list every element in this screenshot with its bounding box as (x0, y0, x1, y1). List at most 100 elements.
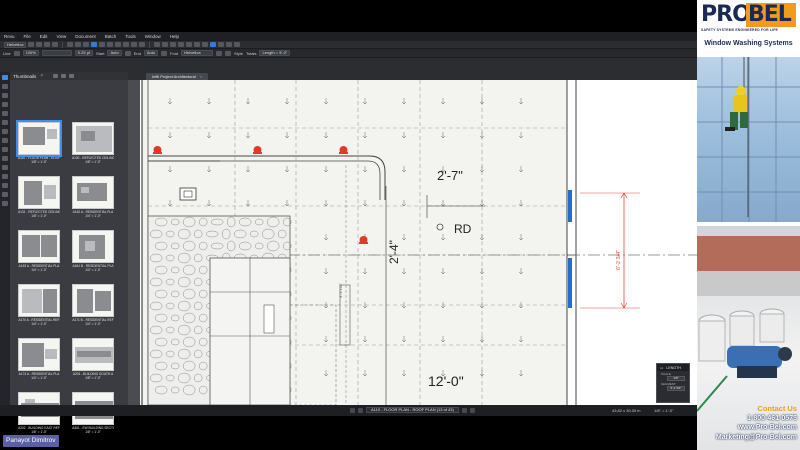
signatures-icon[interactable] (2, 165, 8, 170)
properties-icon[interactable] (2, 111, 8, 116)
menu-revu[interactable]: Revu (4, 34, 15, 39)
rectangle-tool-icon[interactable] (115, 42, 122, 47)
file-access-icon[interactable] (2, 93, 8, 98)
page-thumbnail[interactable]: A164 B - RESIDENTIAL PLA 1/4" = 1'-0" (72, 230, 114, 272)
contact-info: Contact Us 1-800-461-0575 www.Pro-Bel.co… (716, 404, 797, 442)
previous-page-icon[interactable] (358, 407, 363, 413)
typewriter-tool-icon[interactable] (36, 42, 43, 47)
page-scale[interactable]: 1/8" = 1'-0" (654, 408, 674, 413)
text-color-icon[interactable] (161, 50, 168, 56)
page-thumbnail[interactable]: A163 A - RESIDENTIAL PLA 1/4" = 1'-0" (18, 230, 60, 272)
links-icon[interactable] (2, 156, 8, 161)
contact-email[interactable]: Marketing@Pro-Bel.com (716, 433, 797, 443)
measure-area-icon[interactable] (194, 42, 201, 47)
menu-file[interactable]: File (24, 34, 31, 39)
bold-icon[interactable] (216, 50, 223, 56)
page-thumbnail[interactable]: A170 A - RESIDENTIAL REF 1/4" = 1'-0" (18, 284, 60, 326)
menu-help[interactable]: Help (170, 34, 179, 39)
menu-tools[interactable]: Tools (125, 34, 136, 39)
totals-field[interactable]: Length = 5'-0" (259, 50, 291, 56)
thumbnail-size-icon[interactable] (61, 74, 67, 78)
bookmarks-icon[interactable] (2, 84, 8, 89)
eraser-tool-icon[interactable] (83, 42, 90, 47)
totals-label: Totals (246, 50, 257, 56)
markups-list-icon[interactable] (2, 183, 8, 188)
measure-segment-value[interactable]: 6'-2 3/4" (667, 386, 685, 391)
menu-view[interactable]: View (57, 34, 67, 39)
polygon-tool-icon[interactable] (131, 42, 138, 47)
hyperlink-tool-icon[interactable] (170, 42, 177, 47)
compare-icon[interactable] (2, 201, 8, 206)
document-tab[interactable]: Infill Project Architectural × (146, 73, 209, 80)
polyline-tool-icon[interactable] (107, 42, 114, 47)
first-page-icon[interactable] (350, 407, 355, 413)
snapshot-tool-icon[interactable] (178, 42, 185, 47)
thumbnail-menu-icon[interactable] (53, 74, 59, 78)
floor-plan-drawing[interactable]: 2'-7" 2'-4" RD 12'-0" 6'-2 3/4" 4'-3 1/2" (140, 80, 697, 405)
spaces-icon[interactable] (2, 192, 8, 197)
line-tool-icon[interactable] (91, 42, 98, 47)
contact-website[interactable]: www.Pro-Bel.com (716, 423, 797, 433)
thumbnail-drawing-block (81, 131, 95, 141)
page-thumbnail[interactable]: A171 B - RESIDENTIAL REF 1/4" = 1'-0" (72, 284, 114, 326)
thumbnail-filter-icon[interactable] (69, 74, 75, 78)
font-family-select[interactable]: Helvetica (181, 50, 214, 56)
end-select[interactable]: Auto (143, 50, 159, 56)
contact-phone[interactable]: 1-800-461-0575 (716, 414, 797, 424)
menu-window[interactable]: Window (145, 34, 161, 39)
measurements-icon[interactable] (2, 138, 8, 143)
measure-perimeter-icon[interactable] (218, 42, 225, 47)
measure-count-icon[interactable] (202, 42, 209, 47)
drawing-canvas[interactable]: 2'-7" 2'-4" RD 12'-0" 6'-2 3/4" 4'-3 1/2" (140, 80, 697, 405)
cloud-tool-icon[interactable] (139, 42, 146, 47)
ellipse-tool-icon[interactable] (123, 42, 130, 47)
page-thumbnail[interactable]: A110 - FLOOR PLAN - ROOF 1/8" = 1'-0" (16, 120, 62, 164)
font-select[interactable]: Helvetica (4, 41, 27, 48)
close-icon[interactable]: × (40, 73, 43, 79)
next-page-icon[interactable] (461, 407, 467, 413)
menu-document[interactable]: Document (75, 34, 96, 39)
text-tool-icon[interactable] (28, 42, 35, 47)
page-thumbnail[interactable]: A174 A - RESIDENTIAL PLA 1/4" = 1'-0" (18, 338, 60, 380)
page-navigation: A110 - FLOOR PLAN - ROOF PLAN (13 of 43) (350, 407, 475, 413)
arrow-tool-icon[interactable] (99, 42, 106, 47)
text-box-tool-icon[interactable] (44, 42, 51, 47)
callout-tool-icon[interactable] (52, 42, 59, 47)
swap-arrow-icon[interactable] (124, 50, 131, 56)
document-tabs: Infill Project Architectural × (128, 72, 697, 80)
page-thumbnail[interactable]: A162 A - RESIDENTIAL PLA 1/4" = 1'-0" (72, 176, 114, 218)
calibrate-icon[interactable] (234, 42, 241, 47)
image-tool-icon[interactable] (162, 42, 169, 47)
thumbnail-sheet (16, 120, 62, 157)
tool-chest-icon[interactable] (2, 129, 8, 134)
opacity-field[interactable]: 100% (22, 50, 39, 56)
menu-edit[interactable]: Edit (40, 34, 48, 39)
measure-volume-icon[interactable] (226, 42, 233, 47)
close-tab-icon[interactable]: × (200, 74, 202, 79)
sets-icon[interactable] (2, 147, 8, 152)
highlight-tool-icon[interactable] (75, 42, 82, 47)
page-select[interactable]: A110 - FLOOR PLAN - ROOF PLAN (13 of 43) (366, 407, 459, 413)
search-icon[interactable] (2, 120, 8, 125)
menu-batch[interactable]: Batch (105, 34, 117, 39)
page-thumbnail[interactable]: A131 - REFLECTED CEILING 1/8" = 1'-0" (18, 176, 60, 218)
line-style-select[interactable] (41, 50, 72, 56)
pen-tool-icon[interactable] (67, 42, 74, 47)
toolbar-divider (149, 41, 151, 48)
last-page-icon[interactable] (469, 407, 475, 413)
stamp-tool-icon[interactable] (154, 42, 161, 47)
line-label: Line (3, 50, 11, 56)
studio-icon[interactable] (2, 174, 8, 179)
measure-length-icon[interactable] (186, 42, 193, 47)
line-width-field[interactable]: 0.25 pt (74, 50, 94, 56)
page-thumbnail[interactable]: A130 - REFLECTED CEILING 1/8" = 1'-0" (72, 122, 114, 164)
page-thumbnail[interactable]: A201 - BUILDING SOUTH A 1/8" = 1'-0" (72, 338, 114, 380)
measure-scale-value[interactable]: 1/8" (667, 376, 685, 381)
logo-bel-block: BEL (746, 3, 796, 27)
measure-active-icon[interactable] (210, 42, 217, 47)
line-color-icon[interactable] (13, 50, 20, 56)
start-select[interactable]: Auto (107, 50, 122, 56)
thumbnails-panel-icon[interactable] (2, 75, 8, 80)
italic-icon[interactable] (225, 50, 232, 56)
layers-icon[interactable] (2, 102, 8, 107)
